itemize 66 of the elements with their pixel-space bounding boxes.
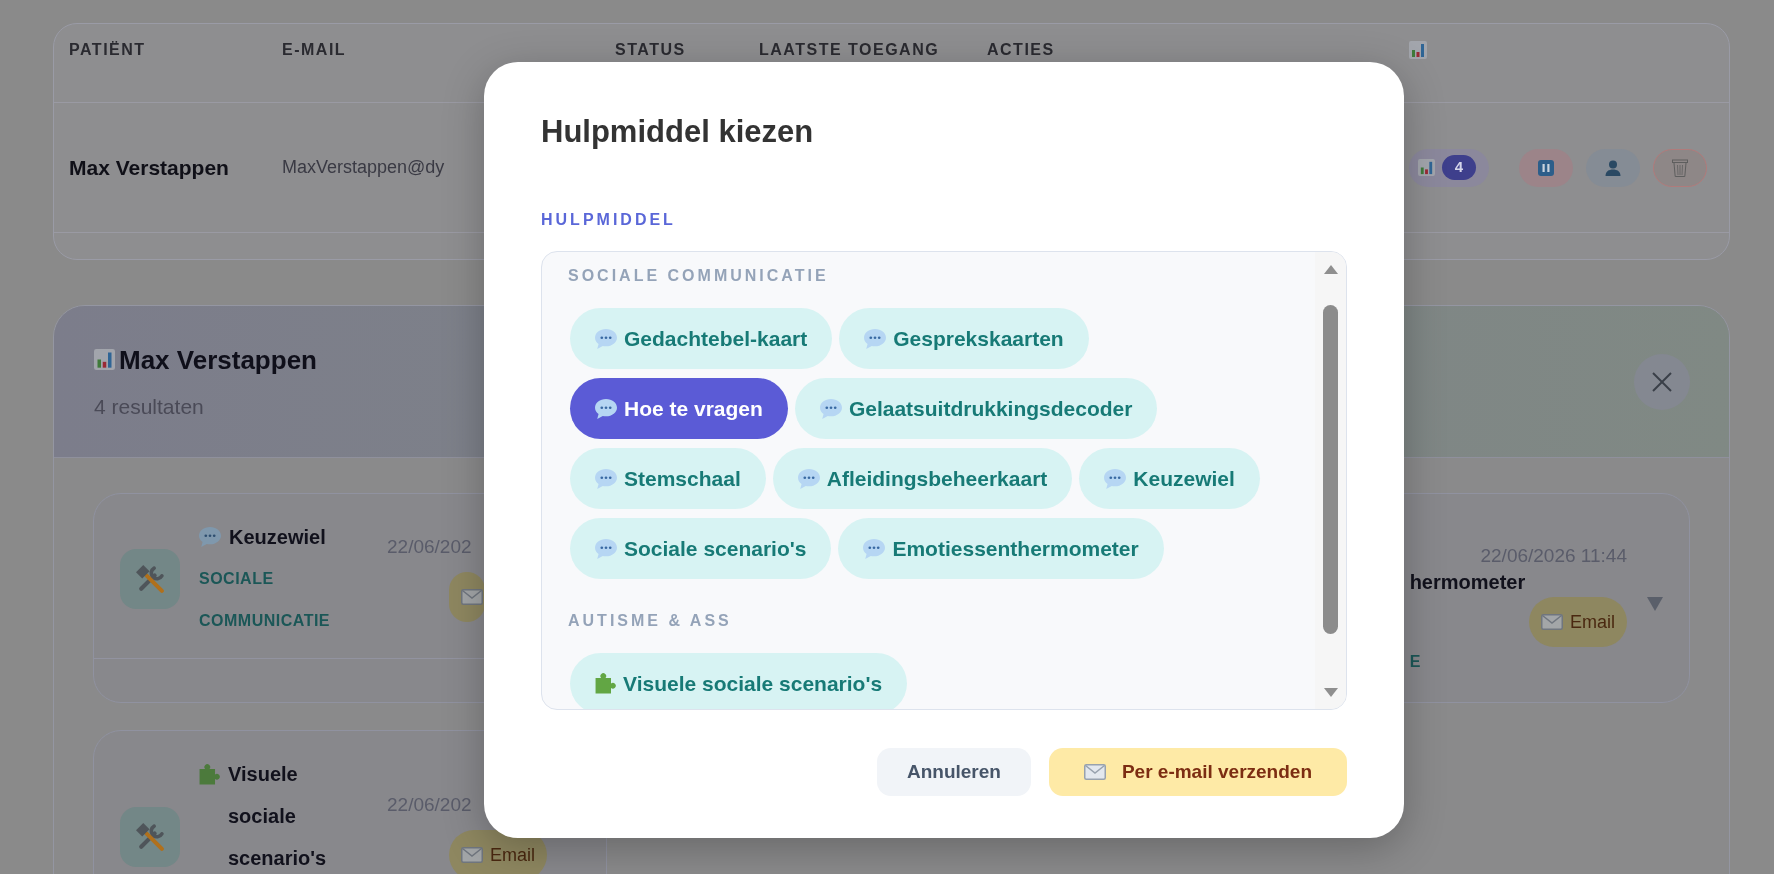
scroll-down-icon[interactable] (1323, 688, 1338, 697)
column-header: E-MAIL (282, 40, 347, 60)
option-chip[interactable]: Gelaatsuitdrukkingsdecoder (794, 378, 1158, 439)
pause-button[interactable] (1519, 148, 1573, 187)
option-chip[interactable]: Visuele sociale scenario's (570, 653, 908, 709)
close-icon (1652, 371, 1672, 392)
envelope-icon (461, 589, 483, 605)
group-heading: AUTISME & ASS (568, 611, 732, 631)
pause-icon (1538, 159, 1554, 176)
email-button[interactable]: Email (1528, 597, 1627, 647)
speech-bubble-icon (797, 468, 820, 489)
option-chip[interactable]: Emotiessenthermometer (838, 518, 1164, 579)
option-chip[interactable]: Stemschaal (570, 448, 766, 509)
email-button[interactable] (449, 572, 485, 622)
tools-icon (120, 807, 180, 867)
profile-button[interactable] (1586, 148, 1640, 187)
patient-name: Max Verstappen (69, 154, 229, 181)
bar-chart-icon (94, 349, 115, 370)
column-header: STATUS (615, 40, 686, 60)
speech-bubble-icon (863, 538, 886, 559)
panel-title: Max Verstappen (119, 343, 317, 376)
option-chip[interactable]: Hoe te vragen (570, 378, 788, 439)
option-chip[interactable]: Afleidingsbeheerkaart (772, 448, 1073, 509)
speech-bubble-icon (1104, 468, 1127, 489)
column-header: PATIËNT (69, 40, 146, 60)
envelope-icon (1540, 614, 1563, 630)
trash-icon (1672, 158, 1688, 177)
option-chip[interactable]: Sociale scenario's (570, 518, 832, 579)
bar-chart-icon (1418, 159, 1435, 176)
send-email-button[interactable]: Per e-mail verzenden (1048, 748, 1347, 796)
count-badge: 4 (1442, 155, 1476, 180)
cancel-button[interactable]: Annuleren (876, 748, 1031, 796)
puzzle-piece-icon (595, 673, 616, 694)
speech-bubble-icon (595, 468, 617, 489)
speech-bubble-icon (595, 538, 617, 559)
patient-email: MaxVerstappen@dy (282, 156, 445, 179)
card-category: SOCIALE COMMUNICATIE (199, 569, 332, 631)
column-header: LAATSTE TOEGANG (759, 40, 940, 60)
group-heading: SOCIALE COMMUNICATIE (568, 266, 829, 286)
results-button[interactable]: 4 (1409, 148, 1489, 187)
scroll-up-icon[interactable] (1323, 265, 1338, 274)
option-chip[interactable]: Gedachtebel-kaart (570, 308, 833, 369)
tools-icon (120, 549, 180, 609)
puzzle-piece-icon (199, 763, 220, 785)
dialog-title: Hulpmiddel kiezen (541, 114, 814, 150)
card-category: E (1409, 652, 1421, 672)
card-title: hermometer (1409, 570, 1526, 594)
dropdown-triangle-icon[interactable] (1647, 597, 1663, 611)
speech-bubble-icon (199, 527, 221, 547)
envelope-icon (461, 847, 483, 863)
option-chip[interactable]: Gesprekskaarten (839, 308, 1089, 369)
option-chip[interactable]: Keuzewiel (1079, 448, 1260, 509)
speech-bubble-icon (595, 398, 617, 419)
scrollbar-thumb[interactable] (1323, 305, 1338, 634)
card-title: Visuele sociale scenario's (228, 762, 328, 871)
field-label: HULPMIDDEL (541, 210, 676, 230)
person-icon (1605, 159, 1621, 176)
delete-button[interactable] (1653, 148, 1707, 187)
email-button[interactable]: Email (449, 830, 547, 874)
speech-bubble-icon (595, 328, 617, 349)
envelope-icon (1083, 764, 1106, 780)
card-title: Keuzewiel (229, 525, 326, 550)
speech-bubble-icon (864, 328, 887, 349)
column-header: ACTIES (987, 40, 1055, 60)
speech-bubble-icon (819, 398, 842, 419)
bar-chart-icon (1409, 41, 1427, 59)
